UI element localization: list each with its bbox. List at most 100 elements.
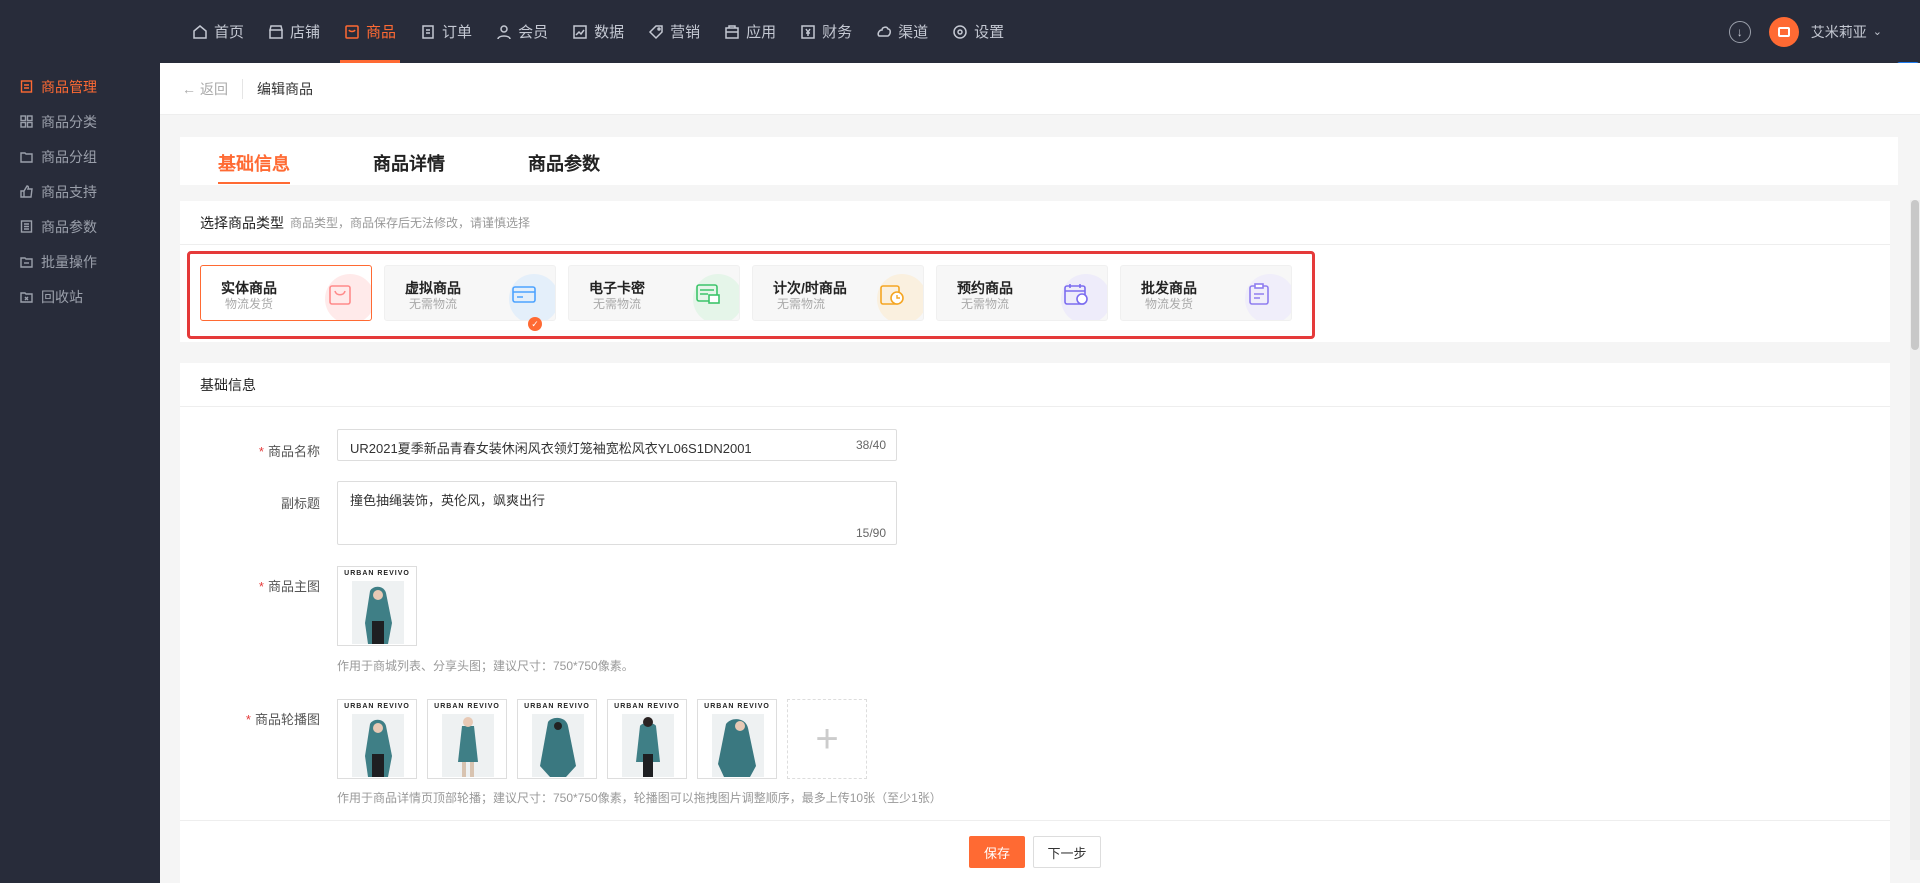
goods-type-list: 实体商品 物流发货 虚拟商品 无需物流 电子卡密 无需物流 计次/时商品 无需物… [200,265,1292,321]
download-icon[interactable]: ↓ [1728,20,1751,43]
sidebar-item-label: 商品分类 [41,113,97,130]
clock-bag-icon [880,285,904,305]
sidebar-item-recycle[interactable]: 回收站 [0,279,160,314]
type-sub: 无需物流 [961,297,1010,311]
sidebar-item-label: 回收站 [41,288,83,305]
carousel-image[interactable]: URBAN REVIVO [517,699,597,779]
add-image-button[interactable]: + [787,699,867,779]
tab-goods-params[interactable]: 商品参数 [528,150,600,182]
main-image-label: * 商品主图 [200,576,320,595]
gear-icon [953,24,967,39]
nav-item-home[interactable]: 首页 [180,0,256,63]
tab-goods-detail[interactable]: 商品详情 [373,150,445,182]
type-reservation[interactable]: 预约商品 无需物流 [936,265,1108,321]
label-text: 商品主图 [267,579,320,594]
avatar[interactable] [1768,16,1799,47]
nav-item-label: 店铺 [290,24,321,41]
thumb-up-icon [20,185,33,198]
nav-item-store[interactable]: 店铺 [256,0,332,63]
required-mark: * [258,444,264,459]
carousel-help: 作用于商品详情页顶部轮播；建议尺寸：750*750像素，轮播图可以拖拽图片调整顺… [337,791,942,805]
type-ecard[interactable]: 电子卡密 无需物流 [568,265,740,321]
nav-item-app[interactable]: 应用 [712,0,788,63]
basic-info-card: 基础信息 * 商品名称 UR2021夏季新品青春女装休闲风衣领灯笼袖宽松风衣YL0… [180,363,1890,883]
sidebar-item-category[interactable]: 商品分类 [0,104,160,139]
nav-item-label: 订单 [442,24,473,41]
nav-item-member[interactable]: 会员 [484,0,560,63]
basic-title: 基础信息 [180,363,1890,407]
type-sub: 物流发货 [1145,297,1194,311]
page-title: 编辑商品 [257,80,313,97]
sidebar-item-group[interactable]: 商品分组 [0,139,160,174]
nav-item-goods[interactable]: 商品 [332,0,408,63]
type-sub: 无需物流 [777,297,826,311]
sidebar-item-label: 商品分组 [41,148,97,165]
folder-icon [20,152,33,163]
footer-actions: 保存 下一步 [180,820,1890,883]
main-content: ← 返回 编辑商品 基础信息 商品详情 商品参数 选择商品类型 商品类型，商品保… [160,63,1920,883]
nav-item-order[interactable]: 订单 [408,0,484,63]
type-sub: 无需物流 [593,297,642,311]
label-text: 商品名称 [267,444,320,459]
list-icon [20,220,33,233]
nav-item-settings[interactable]: 设置 [940,0,1016,63]
goods-name-input[interactable]: UR2021夏季新品青春女装休闲风衣领灯笼袖宽松风衣YL06S1DN2001 3… [337,429,897,461]
home-icon [193,24,207,39]
nav-item-finance[interactable]: 财务 [788,0,864,63]
nav-item-label: 设置 [974,24,1005,41]
username[interactable]: 艾米莉亚 [1811,22,1867,42]
nav-item-label: 渠道 [898,24,929,41]
chart-icon [573,24,587,39]
product-photo [532,714,584,777]
chevron-down-icon[interactable]: ⌄ [1873,25,1882,38]
nav-item-data[interactable]: 数据 [560,0,636,63]
brand-logo: URBAN REVIVO [524,703,590,710]
tag-icon [649,24,663,39]
brand-logo: URBAN REVIVO [344,570,410,577]
tab-basic-info[interactable]: 基础信息 [218,150,290,184]
bag-icon [329,285,351,305]
next-step-button[interactable]: 下一步 [1033,836,1101,868]
grid-icon [20,115,33,128]
back-button[interactable]: ← 返回 [182,78,243,99]
ecard-icon [696,284,720,304]
carousel-image[interactable]: URBAN REVIVO [607,699,687,779]
sidebar-item-params[interactable]: 商品参数 [0,209,160,244]
brand-logo: URBAN REVIVO [704,703,770,710]
nav-item-marketing[interactable]: 营销 [636,0,712,63]
order-icon [422,24,434,39]
goods-type-card: 选择商品类型 商品类型，商品保存后无法修改，请谨慎选择 实体商品 物流发货 虚拟… [180,201,1890,342]
subtitle-count: 15/90 [855,526,886,540]
section-title-text: 选择商品类型 [200,214,284,231]
store-icon [269,24,283,39]
subtitle-label: 副标题 [200,493,320,512]
required-mark: * [258,579,264,594]
scrollbar-thumb[interactable] [1911,200,1919,350]
nav-item-channel[interactable]: 渠道 [864,0,940,63]
subtitle-textarea[interactable]: 撞色抽绳装饰，英伦风，飒爽出行 15/90 [337,481,897,545]
carousel-image[interactable]: URBAN REVIVO [337,699,417,779]
label-text: 商品轮播图 [254,712,320,727]
nav-item-label: 数据 [594,24,625,41]
top-right-area: ↓ 艾米莉亚 ⌄ [1728,0,1882,63]
carousel-label: * 商品轮播图 [200,709,320,728]
main-image-help: 作用于商城列表、分享头图；建议尺寸：750*750像素。 [337,659,634,673]
nav-item-label: 应用 [746,24,777,41]
type-sub: 无需物流 [409,297,458,311]
store-logo-icon [1777,26,1790,37]
carousel-image[interactable]: URBAN REVIVO [697,699,777,779]
label-text: 副标题 [280,496,320,511]
type-timed[interactable]: 计次/时商品 无需物流 [752,265,924,321]
type-virtual[interactable]: 虚拟商品 无需物流 [384,265,556,321]
scrollbar[interactable] [1910,200,1920,860]
type-wholesale[interactable]: 批发商品 物流发货 [1120,265,1292,321]
type-physical[interactable]: 实体商品 物流发货 [200,265,372,321]
sidebar-item-batch[interactable]: 批量操作 [0,244,160,279]
main-image[interactable]: URBAN REVIVO [337,566,417,646]
back-label: 返回 [200,80,228,97]
sidebar-item-goods-manage[interactable]: 商品管理 [0,69,160,104]
sidebar-item-support[interactable]: 商品支持 [0,174,160,209]
goods-name-count: 38/40 [855,438,886,452]
save-button[interactable]: 保存 [969,836,1025,868]
carousel-image[interactable]: URBAN REVIVO [427,699,507,779]
